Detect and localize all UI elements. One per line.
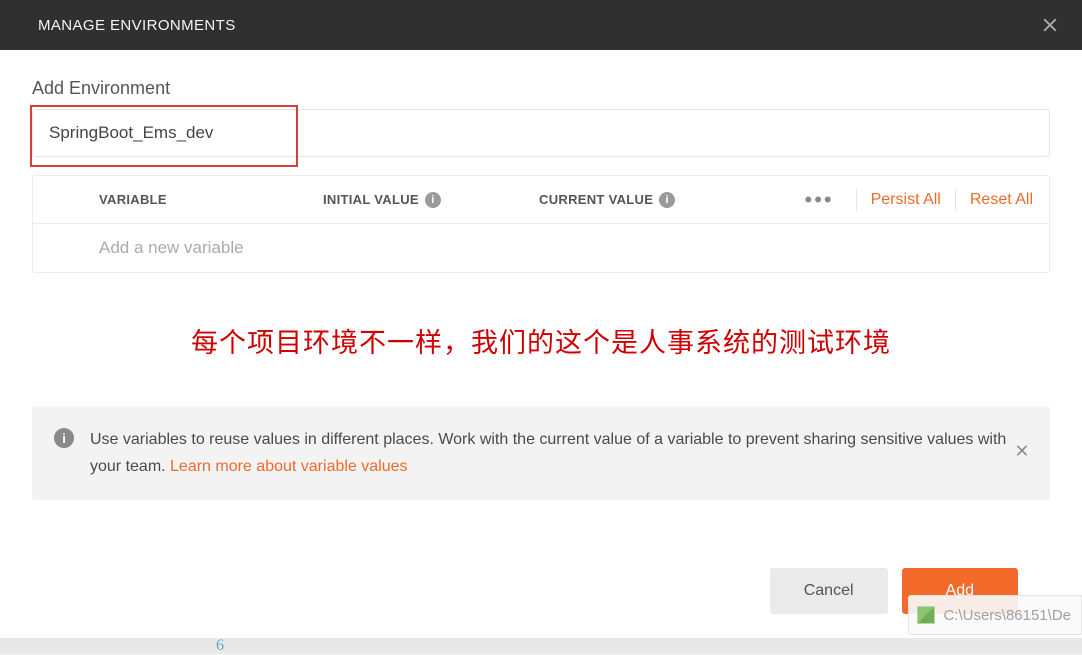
variables-table: VARIABLE INITIAL VALUE i CURRENT VALUE i…: [32, 175, 1050, 273]
info-icon: i: [54, 428, 74, 448]
info-icon[interactable]: i: [425, 192, 441, 208]
section-label: Add Environment: [32, 78, 1050, 99]
modal-footer: Cancel Add: [32, 544, 1050, 638]
help-banner: i Use variables to reuse values in diffe…: [32, 406, 1050, 500]
table-header-current-label: CURRENT VALUE: [539, 192, 653, 207]
modal-titlebar: MANAGE ENVIRONMENTS: [0, 0, 1082, 50]
learn-more-link[interactable]: Learn more about variable values: [170, 458, 407, 475]
table-header-variable-label: VARIABLE: [99, 192, 167, 207]
variables-table-header: VARIABLE INITIAL VALUE i CURRENT VALUE i…: [33, 176, 1049, 224]
new-variable-input[interactable]: [99, 238, 323, 258]
table-header-initial-label: INITIAL VALUE: [323, 192, 419, 207]
table-header-initial-value: INITIAL VALUE i: [323, 192, 539, 208]
background-strip: 6: [0, 638, 1082, 653]
row-variable-cell: [99, 238, 323, 258]
annotation-text: 每个项目环境不一样，我们的这个是人事系统的测试环境: [32, 321, 1050, 360]
dismiss-banner-icon[interactable]: [1014, 443, 1030, 464]
environment-name-input[interactable]: [49, 123, 1033, 143]
table-header-variable: VARIABLE: [99, 192, 323, 207]
reset-all-button[interactable]: Reset All: [970, 191, 1033, 209]
background-glyph: 6: [216, 637, 224, 655]
table-header-actions: ••• Persist All Reset All: [785, 189, 1049, 211]
manage-environments-modal: MANAGE ENVIRONMENTS Add Environment VARI…: [0, 0, 1082, 638]
screenshot-path-toast: C:\Users\86151\De: [908, 595, 1082, 635]
modal-body: Add Environment VARIABLE INITIAL VALUE i…: [0, 50, 1082, 638]
image-file-icon: [917, 606, 935, 624]
help-text: Use variables to reuse values in differe…: [90, 426, 1028, 480]
separator: [955, 189, 956, 211]
table-header-current-value: CURRENT VALUE i: [539, 192, 785, 208]
cancel-button[interactable]: Cancel: [770, 568, 888, 614]
environment-name-field-wrap: [32, 109, 1050, 157]
more-options-icon[interactable]: •••: [797, 189, 842, 211]
persist-all-button[interactable]: Persist All: [871, 191, 941, 209]
close-icon[interactable]: [1040, 15, 1060, 35]
separator: [856, 189, 857, 211]
modal-title: MANAGE ENVIRONMENTS: [38, 17, 236, 34]
info-icon[interactable]: i: [659, 192, 675, 208]
toast-path-text: C:\Users\86151\De: [943, 607, 1071, 624]
table-row: [33, 224, 1049, 272]
